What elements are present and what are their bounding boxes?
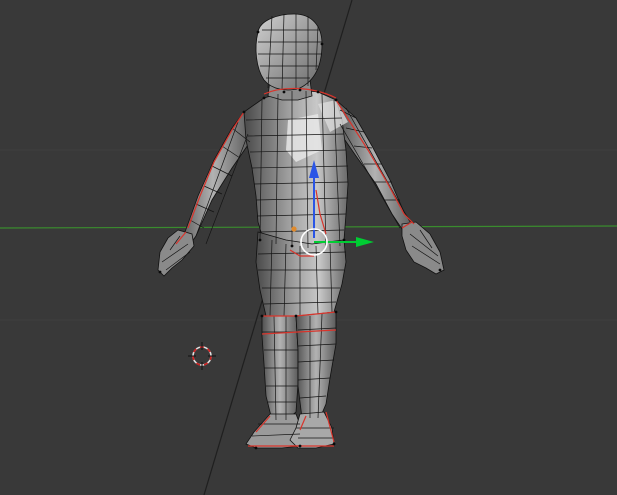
3d-cursor-icon[interactable] [188,342,216,370]
gizmo-x-arrow-icon[interactable] [356,237,374,247]
head[interactable] [255,13,323,91]
viewport-canvas[interactable] [0,0,617,495]
humanoid-mesh[interactable] [157,13,445,450]
object-origin-dot [291,226,297,232]
right-hand[interactable] [401,221,445,275]
left-arm[interactable] [175,111,251,251]
right-leg[interactable] [295,311,337,419]
3d-viewport[interactable] [0,0,617,495]
